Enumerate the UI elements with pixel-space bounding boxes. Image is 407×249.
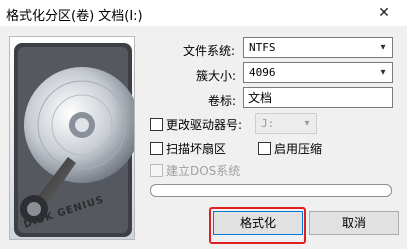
title-bar: 格式化分区(卷) 文档(I:) ✕ <box>0 0 407 27</box>
create-dos-label: 建立DOS系统 <box>166 164 241 178</box>
volume-label-field[interactable] <box>243 87 393 108</box>
chevron-down-icon: ▾ <box>304 118 310 129</box>
cluster-size-select[interactable]: 4096 ▾ <box>243 62 393 83</box>
window-title: 格式化分区(卷) 文档(I:) <box>6 9 143 24</box>
cancel-button[interactable]: 取消 <box>309 211 399 235</box>
close-button[interactable]: ✕ <box>361 0 407 26</box>
cluster-size-label: 簇大小: <box>196 69 237 83</box>
filesystem-label: 文件系统: <box>183 44 236 58</box>
change-drive-checkbox[interactable] <box>150 118 163 131</box>
filesystem-value: NTFS <box>249 41 276 54</box>
filesystem-select[interactable]: NTFS ▾ <box>243 37 393 58</box>
create-dos-checkbox <box>150 164 163 177</box>
change-drive-label: 更改驱动器号: <box>166 118 243 132</box>
volume-label-input[interactable] <box>244 88 392 107</box>
scan-bad-sectors-checkbox[interactable] <box>150 142 163 155</box>
hard-disk-image: DISK GENIUS <box>9 36 135 240</box>
chevron-down-icon: ▾ <box>380 42 386 53</box>
cluster-size-value: 4096 <box>249 66 276 79</box>
drive-letter-select: J: ▾ <box>255 113 317 134</box>
enable-compression-label: 启用压缩 <box>274 142 323 156</box>
enable-compression-checkbox[interactable] <box>258 142 271 155</box>
drive-letter-value: J: <box>261 117 275 130</box>
chevron-down-icon: ▾ <box>380 67 386 78</box>
highlight-box <box>209 207 306 244</box>
progress-bar <box>150 184 392 197</box>
close-icon: ✕ <box>378 5 390 21</box>
volume-label-label: 卷标: <box>208 94 237 108</box>
scan-bad-sectors-label: 扫描坏扇区 <box>166 142 227 156</box>
dialog-body: DISK GENIUS 文件系统: NTFS ▾ 簇大小: 4096 ▾ 卷标:… <box>0 26 407 249</box>
